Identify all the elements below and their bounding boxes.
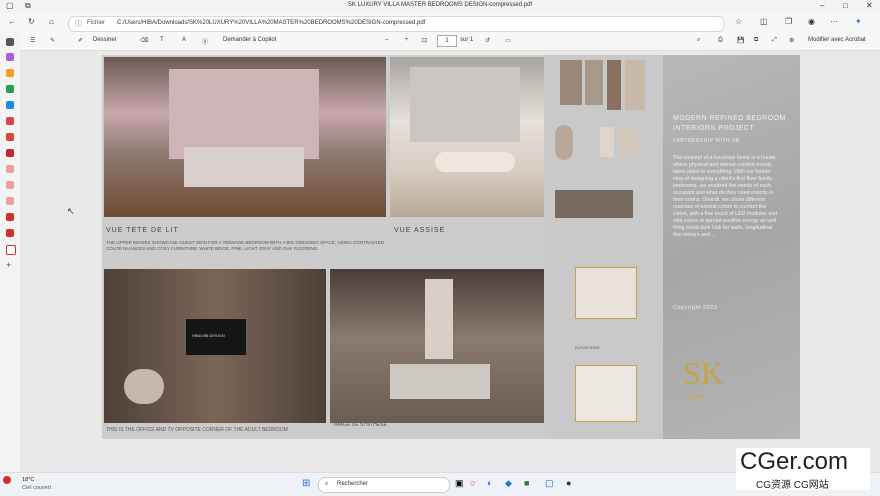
- elevations-label: ELEVATIONS: [575, 345, 600, 350]
- app2-icon[interactable]: ◆: [505, 478, 512, 489]
- caption-office: THIS IS THE OFFICE AND TV OPPOSITE CORNE…: [106, 427, 288, 433]
- moodboard-column: ELEVATIONS: [545, 55, 663, 439]
- sidebar-app-icon[interactable]: [6, 149, 14, 157]
- caption-seating: VUE ASSISE: [394, 227, 446, 234]
- heading-line1: MODERN REFINED BEDROOM: [673, 115, 786, 122]
- expand-icon[interactable]: ⤢: [772, 37, 777, 44]
- copilot-button[interactable]: Demander à Copilot: [223, 37, 276, 43]
- watermark-small: CG资源 CG网站: [756, 480, 829, 491]
- heading-line2: INTERIORS PROJECT: [673, 125, 755, 132]
- address-label: Fichier: [87, 20, 106, 26]
- sidebar-outlook-icon[interactable]: [6, 101, 14, 109]
- favorite-icon[interactable]: ☆: [735, 17, 742, 26]
- watermark: CGer.com CG资源 CG网站: [736, 448, 870, 491]
- minimize-icon[interactable]: –: [820, 1, 824, 10]
- pdf-page: VUE TETE DE LIT VUE ASSISE THE UPPER IMA…: [102, 55, 800, 439]
- taskview-icon[interactable]: ▣: [455, 478, 464, 489]
- sidebar-doc2-icon[interactable]: [6, 181, 14, 189]
- weather-temp[interactable]: 18°C: [22, 477, 34, 483]
- pdf-toolbar: ☰ ✎ ✐ Dessiner ⌫ T A ⓐ Demander à Copilo…: [0, 32, 880, 51]
- render-seating: [390, 57, 544, 217]
- sidebar-office-icon[interactable]: [6, 117, 14, 125]
- title-bar: ▢ ⧉ SK LUXURY VILLA MASTER BEDROOMS DESI…: [0, 0, 880, 14]
- eraser-icon[interactable]: ⌫: [140, 37, 148, 44]
- page-count: sur 1: [460, 37, 474, 43]
- window-title: SK LUXURY VILLA MASTER BEDROOMS DESIGN-c…: [347, 2, 533, 8]
- address-bar-row: ← ↻ ⌂ ⓘ Fichier C:/Users/HIBA/Downloads/…: [0, 14, 880, 32]
- app5-icon[interactable]: ●: [566, 478, 571, 488]
- taskbar-search[interactable]: ⌕ Rechercher: [318, 477, 450, 493]
- draw-button[interactable]: Dessiner: [93, 37, 117, 43]
- save-icon[interactable]: 💾: [737, 37, 744, 44]
- subheading: PARTNERSHIP WITH SK: [673, 138, 740, 144]
- save-as-icon[interactable]: ⧉: [754, 37, 758, 44]
- taskbar-search-icon: ⌕: [325, 481, 329, 487]
- taskbar-search-placeholder: Rechercher: [337, 481, 369, 487]
- render-bedroom: [330, 269, 544, 423]
- close-icon[interactable]: ✕: [866, 1, 873, 10]
- sidebar-pdf-icon[interactable]: [6, 38, 14, 46]
- refresh-icon[interactable]: ↻: [28, 17, 35, 26]
- edge-icon[interactable]: ◐: [487, 478, 492, 488]
- info-icon: ⓘ: [75, 21, 82, 28]
- zoom-in-icon[interactable]: +: [405, 37, 409, 43]
- start-icon[interactable]: ⊞: [302, 478, 310, 489]
- sidebar-pdf3-icon[interactable]: [6, 229, 14, 237]
- logo-luxury: LUXURY: [685, 395, 706, 401]
- print-icon[interactable]: ⎙: [718, 37, 723, 44]
- sidebar-pdf2-icon[interactable]: [6, 213, 14, 221]
- mouse-cursor-icon: ↖: [67, 206, 75, 216]
- highlight-icon[interactable]: ✎: [50, 37, 55, 44]
- sidebar-doc3-icon[interactable]: [6, 197, 14, 205]
- sidebar-gmail-icon[interactable]: [6, 133, 14, 141]
- rotate-icon[interactable]: ↺: [485, 37, 490, 44]
- view-icon[interactable]: ▭: [505, 37, 511, 44]
- watermark-big: CGer.com: [740, 448, 849, 475]
- sidebar-pdf-active-icon[interactable]: [6, 245, 16, 255]
- contents-icon[interactable]: ☰: [30, 37, 35, 44]
- collections-icon[interactable]: ❐: [785, 17, 792, 26]
- zoom-out-icon[interactable]: –: [385, 37, 388, 43]
- text-icon[interactable]: T: [160, 37, 164, 43]
- app4-icon[interactable]: ▢: [545, 478, 554, 489]
- address-url[interactable]: C:/Users/HIBA/Downloads/SK%20LUXURY%20VI…: [117, 20, 425, 26]
- sidebar-doc1-icon[interactable]: [6, 165, 14, 173]
- split-screen-icon[interactable]: ◫: [760, 17, 768, 26]
- description-text: THE UPPER IMAGES SHOWCASE GUEST SIGN FOR…: [106, 240, 385, 251]
- sidebar-tools-icon[interactable]: [6, 85, 14, 93]
- weather-alert-icon[interactable]: [3, 476, 11, 484]
- copyright: Copyright 2023: [673, 305, 718, 311]
- address-bar[interactable]: ⓘ Fichier C:/Users/HIBA/Downloads/SK%20L…: [68, 16, 725, 32]
- edit-acrobat-button[interactable]: Modifier avec Acrobat: [808, 37, 866, 43]
- profile-icon[interactable]: ◉: [808, 17, 815, 26]
- render-headboard: [104, 57, 386, 217]
- opera-icon[interactable]: ○: [470, 478, 475, 488]
- caption-synthesis: IMAGE DE SYNTHESE: [334, 422, 387, 428]
- edge-sidebar: +: [0, 32, 20, 472]
- caption-headboard: VUE TETE DE LIT: [106, 227, 179, 234]
- logo-sk: SK: [683, 355, 724, 391]
- tv-logo: HIBA MB DESIGN: [192, 333, 225, 338]
- app3-icon[interactable]: ■: [524, 478, 529, 488]
- home-icon[interactable]: ⌂: [49, 17, 54, 26]
- draw-icon[interactable]: ✐: [78, 37, 83, 44]
- back-icon[interactable]: ←: [8, 17, 16, 26]
- sidebar-add-icon[interactable]: +: [6, 261, 14, 270]
- fit-page-icon[interactable]: ⊡: [422, 37, 427, 44]
- body-text: The concept of a luxurious home is a hou…: [673, 155, 778, 238]
- render-office: HIBA MB DESIGN: [104, 269, 326, 423]
- info-panel: MODERN REFINED BEDROOM INTERIORS PROJECT…: [663, 55, 800, 439]
- settings-icon[interactable]: ⚙: [789, 37, 794, 44]
- read-aloud-icon[interactable]: A: [182, 37, 186, 43]
- page-input[interactable]: 1: [437, 35, 457, 47]
- weather-desc[interactable]: Ciel couvert: [22, 485, 51, 491]
- sidebar-copilot-icon[interactable]: [6, 53, 14, 61]
- more-icon[interactable]: ⋯: [830, 17, 838, 26]
- maximize-icon[interactable]: □: [843, 1, 848, 10]
- sidebar-shopping-icon[interactable]: [6, 69, 14, 77]
- translate-icon[interactable]: ⓐ: [202, 37, 208, 46]
- copilot-icon[interactable]: ✦: [855, 17, 862, 26]
- search-icon[interactable]: ⌕: [697, 37, 700, 44]
